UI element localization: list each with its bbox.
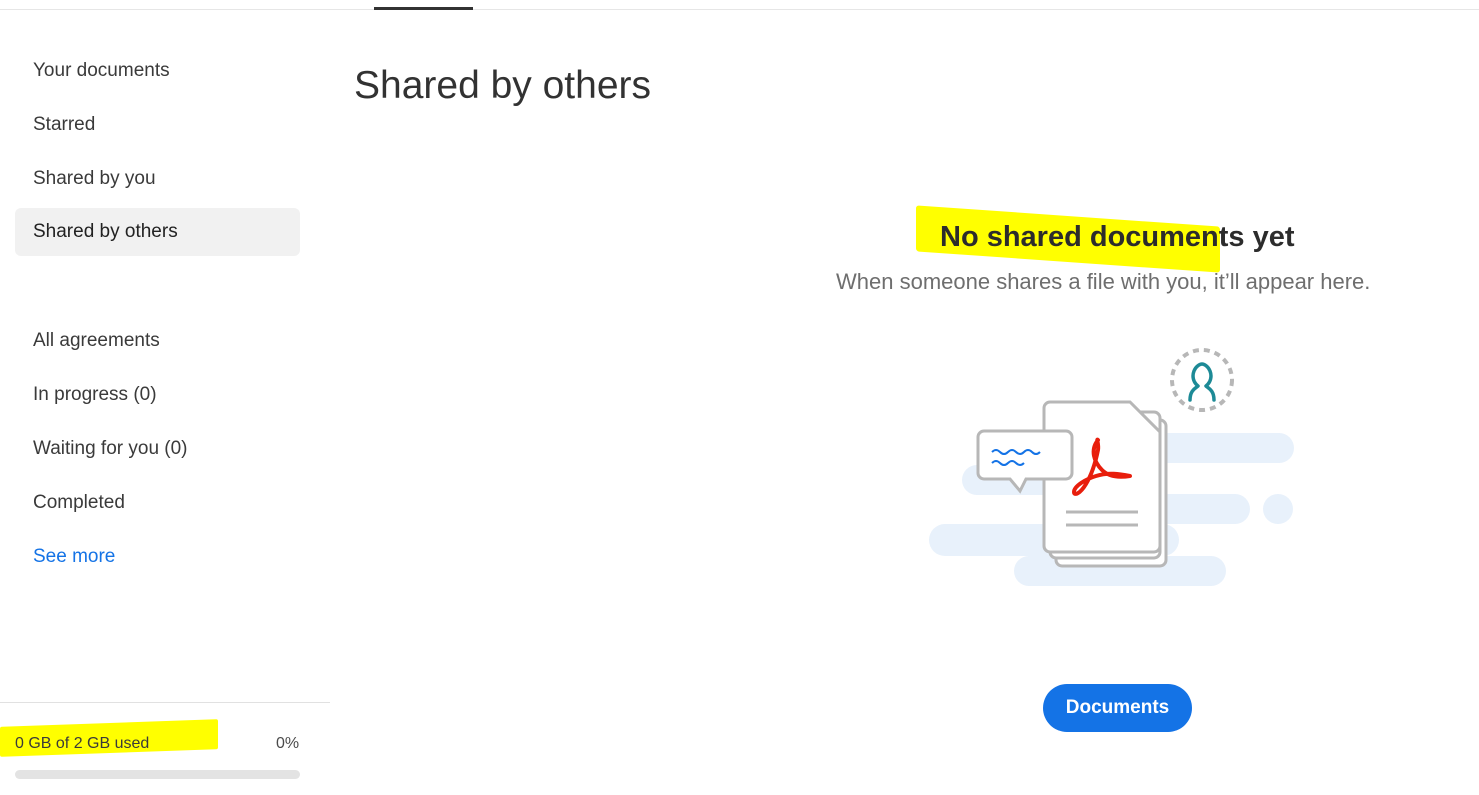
empty-state-illustration xyxy=(929,348,1294,586)
storage-divider xyxy=(0,702,330,703)
sidebar-item-completed[interactable]: Completed xyxy=(15,479,300,527)
sidebar-item-waiting-for-you[interactable]: Waiting for you (0) xyxy=(15,425,300,473)
sidebar-item-all-agreements[interactable]: All agreements xyxy=(15,317,300,365)
pdf-document-stack-icon xyxy=(1042,400,1168,568)
sidebar-item-shared-by-others[interactable]: Shared by others xyxy=(15,208,300,256)
storage-used-text: 0 GB of 2 GB used xyxy=(15,735,150,752)
storage-progress-bar xyxy=(15,770,300,779)
active-tab-indicator xyxy=(374,7,473,10)
sidebar-item-your-documents[interactable]: Your documents xyxy=(15,47,300,95)
empty-state-subtitle: When someone shares a file with you, it’… xyxy=(836,269,1371,294)
documents-button[interactable]: Documents xyxy=(1043,684,1192,732)
user-icon xyxy=(1170,348,1234,412)
page-title: Shared by others xyxy=(354,64,652,107)
empty-state-title: No shared documents yet xyxy=(940,221,1295,253)
sidebar-item-shared-by-you[interactable]: Shared by you xyxy=(15,155,300,203)
sidebar-item-starred[interactable]: Starred xyxy=(15,101,300,149)
storage-percent: 0% xyxy=(276,735,300,752)
sidebar-item-in-progress[interactable]: In progress (0) xyxy=(15,371,300,419)
sidebar: Your documents Starred Shared by you Sha… xyxy=(0,0,330,795)
see-more-link[interactable]: See more xyxy=(15,533,300,581)
